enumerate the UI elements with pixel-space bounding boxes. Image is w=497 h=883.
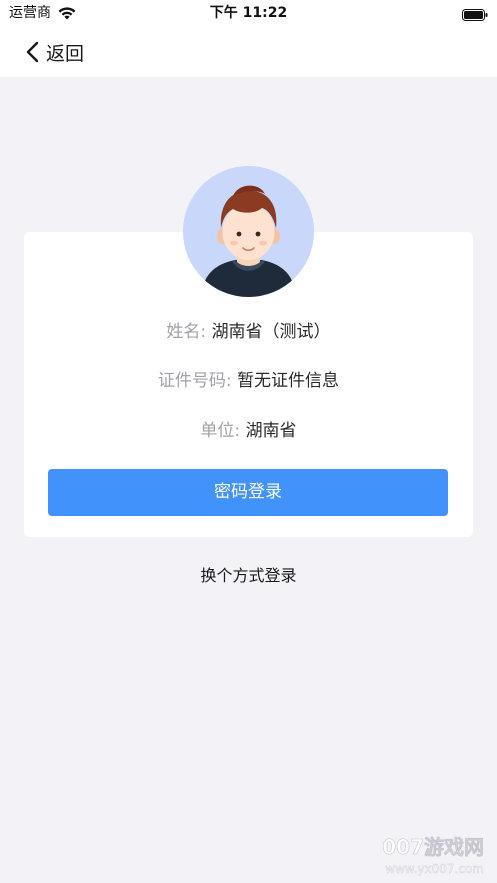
password-login-button[interactable]: 密码登录 xyxy=(48,469,448,516)
watermark-url: www.yx007.com xyxy=(385,862,484,876)
watermark-title: 007游戏网 xyxy=(382,835,484,859)
name-label: 姓名: xyxy=(166,322,207,342)
unit-label: 单位: xyxy=(200,421,241,441)
back-label: 返回 xyxy=(46,42,85,65)
avatar xyxy=(183,166,314,297)
watermark-logo: 007游戏网 www.yx007.com xyxy=(382,835,484,877)
status-bar: 运营商 下午 11:22 xyxy=(0,0,497,26)
switch-login-method-link[interactable]: 换个方式登录 xyxy=(0,564,497,588)
avatar-illustration xyxy=(183,166,314,297)
name-value: 湖南省（测试） xyxy=(211,322,331,342)
status-time: 下午 11:22 xyxy=(209,5,288,21)
back-button[interactable]: 返回 xyxy=(24,37,84,67)
navigation-bar: 返回 xyxy=(0,26,497,77)
id-number-row: 证件号码: 暂无证件信息 xyxy=(24,369,473,393)
unit-value: 湖南省 xyxy=(245,421,297,441)
chevron-left-icon xyxy=(24,41,44,63)
unit-row: 单位: 湖南省 xyxy=(24,419,473,443)
name-row: 姓名: 湖南省（测试） xyxy=(24,320,473,344)
id-number-value: 暂无证件信息 xyxy=(237,371,340,391)
id-number-label: 证件号码: xyxy=(157,371,232,391)
battery-icon xyxy=(462,6,488,21)
